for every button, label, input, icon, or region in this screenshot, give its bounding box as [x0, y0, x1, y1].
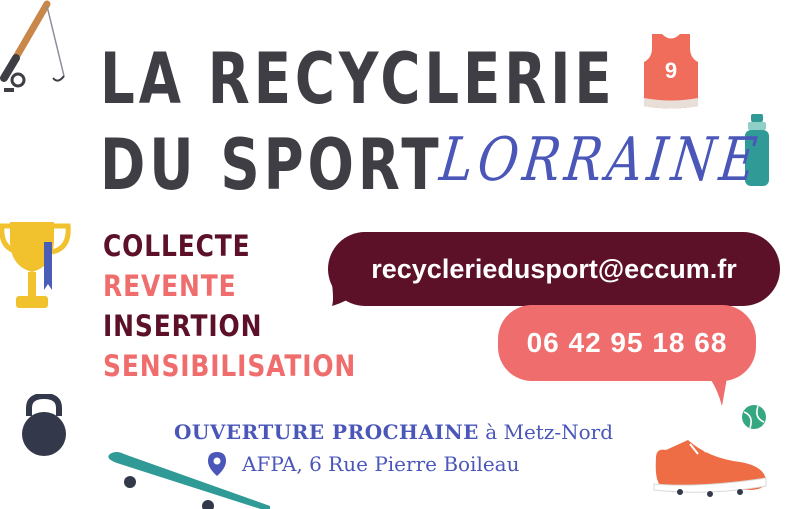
activity-sensibilisation: SENSIBILISATION — [103, 349, 357, 383]
activity-collecte: COLLECTE — [103, 229, 251, 263]
opening-line: OUVERTURE PROCHAINE à Metz-Nord — [174, 420, 613, 444]
jersey-icon: 9 — [644, 34, 698, 109]
opening-place: à Metz-Nord — [485, 420, 614, 444]
email-text[interactable]: recycleriedusport@eccum.fr — [371, 254, 736, 285]
activity-revente: REVENTE — [103, 269, 237, 303]
title-line-1: LA RECYCLERIE — [100, 38, 616, 120]
trophy-icon — [0, 222, 71, 308]
opening-label: OUVERTURE PROCHAINE — [174, 420, 479, 444]
email-bubble[interactable]: recycleriedusport@eccum.fr — [328, 232, 780, 306]
title-line-2: DU SPORT — [100, 124, 443, 206]
region-name: LORRAINE — [436, 125, 765, 195]
jersey-number: 9 — [665, 58, 677, 83]
location-pin-icon — [208, 452, 226, 476]
sneaker-icon — [653, 439, 767, 497]
fishing-rod-icon — [0, 0, 65, 92]
kettlebell-icon — [22, 394, 66, 456]
address: AFPA, 6 Rue Pierre Boileau — [242, 452, 520, 476]
phone-text[interactable]: 06 42 95 18 68 — [527, 327, 728, 359]
phone-bubble[interactable]: 06 42 95 18 68 — [498, 305, 756, 381]
activity-insertion: INSERTION — [103, 309, 263, 343]
tennis-ball-icon — [742, 405, 766, 429]
